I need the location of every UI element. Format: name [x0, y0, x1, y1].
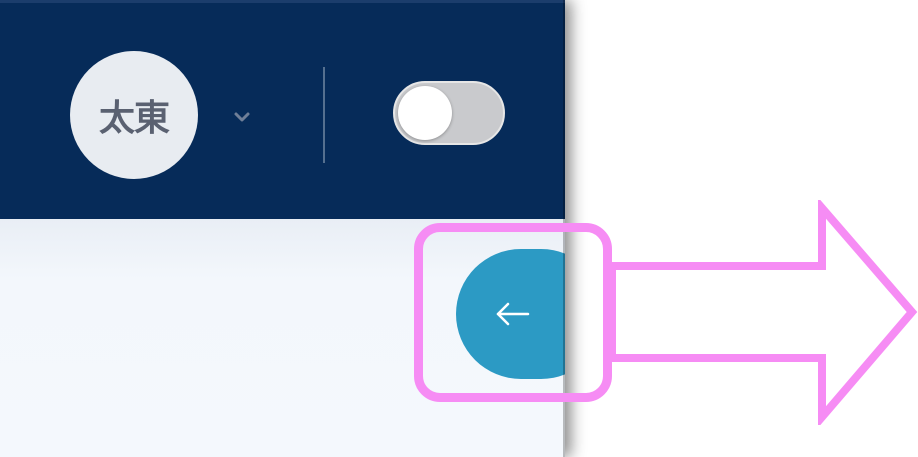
- chevron-down-icon[interactable]: [228, 103, 256, 131]
- arrow-left-icon: [496, 302, 530, 326]
- top-header: 太東: [0, 0, 565, 219]
- avatar-initials: 太東: [98, 98, 170, 139]
- theme-toggle[interactable]: [393, 81, 505, 145]
- pointer-arrow-icon: [610, 200, 918, 425]
- screenshot-stage: 太東: [0, 0, 918, 457]
- avatar[interactable]: 太東: [70, 51, 198, 179]
- toggle-knob: [398, 86, 452, 140]
- app-window: 太東: [0, 0, 565, 457]
- header-divider: [323, 67, 325, 163]
